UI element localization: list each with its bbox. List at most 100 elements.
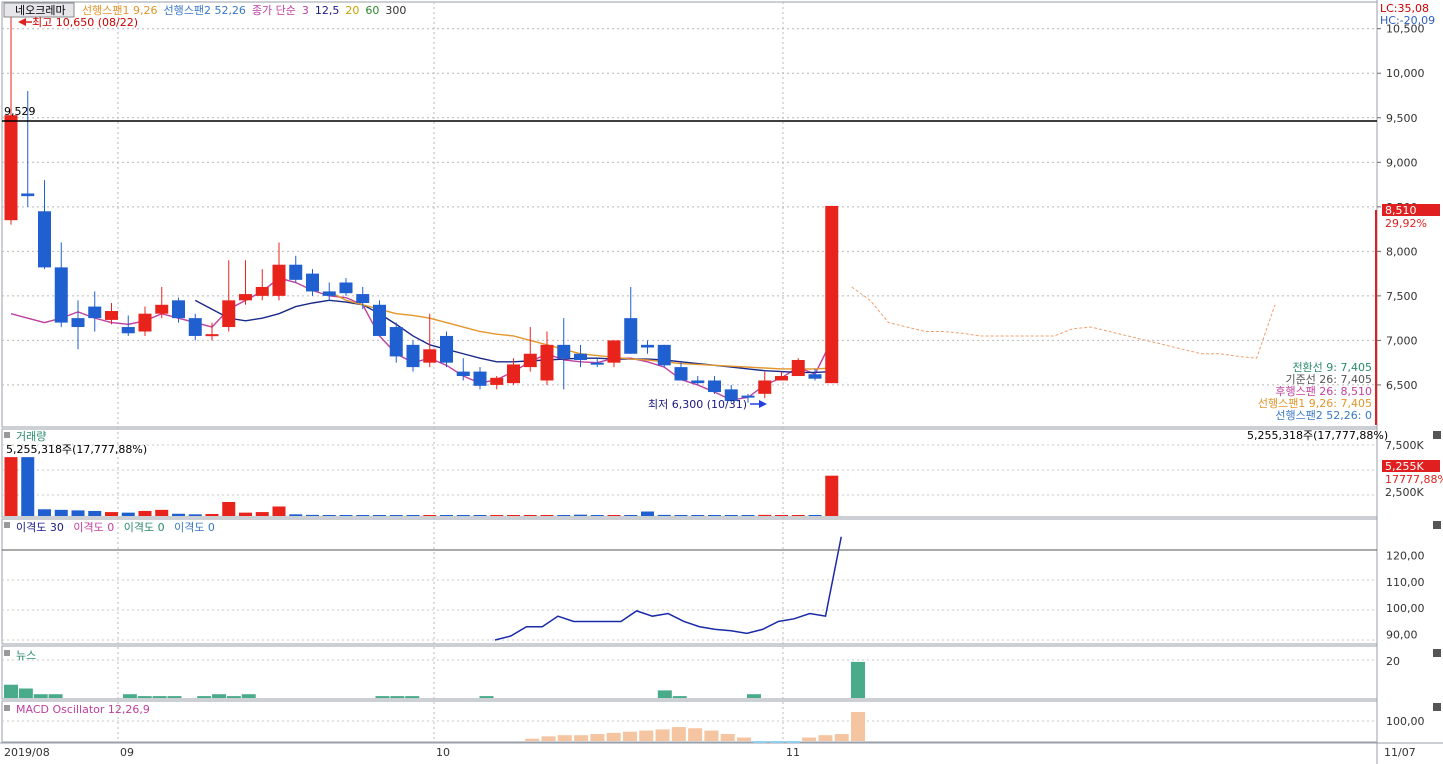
candle-body bbox=[222, 300, 236, 328]
volume-right-value: 5,255,318주(17,777,88%) bbox=[1247, 429, 1388, 442]
indicator-legend-item[interactable]: 20 bbox=[345, 4, 359, 17]
indicator-legend-item[interactable]: 종가 단순 bbox=[252, 4, 296, 17]
disparity-title-2: 이격도 0 bbox=[73, 521, 114, 534]
macd-bars bbox=[525, 712, 865, 743]
price-pct: 29,92% bbox=[1385, 217, 1427, 230]
candle[interactable] bbox=[339, 278, 353, 296]
candle[interactable] bbox=[758, 371, 772, 399]
candle[interactable] bbox=[473, 367, 487, 390]
macd-bar bbox=[655, 729, 670, 741]
macd-close-icon[interactable] bbox=[1433, 703, 1441, 711]
macd-bar bbox=[688, 728, 703, 741]
disparity-collapse-icon[interactable] bbox=[4, 522, 10, 528]
candle[interactable] bbox=[523, 327, 537, 372]
candle[interactable] bbox=[456, 358, 470, 381]
candle-body bbox=[574, 353, 587, 360]
macd-bar bbox=[525, 738, 540, 741]
volume-bar bbox=[473, 515, 487, 516]
candle[interactable] bbox=[255, 269, 269, 301]
candle[interactable] bbox=[574, 344, 587, 368]
volume-bar bbox=[657, 514, 671, 516]
candle[interactable] bbox=[406, 340, 420, 372]
volume-bar bbox=[607, 515, 621, 516]
candle[interactable] bbox=[440, 331, 453, 368]
date-label-oct: 10 bbox=[436, 746, 450, 759]
volume-title: 거래량 bbox=[16, 430, 46, 443]
candle[interactable] bbox=[825, 205, 839, 384]
volume-bar bbox=[121, 512, 135, 516]
news-close-icon[interactable] bbox=[1433, 649, 1441, 657]
candle-body bbox=[523, 353, 537, 368]
candle[interactable] bbox=[121, 315, 135, 336]
news-bar bbox=[18, 688, 33, 698]
news-bar bbox=[48, 694, 63, 698]
volume-bar bbox=[21, 457, 35, 516]
candle[interactable] bbox=[239, 260, 252, 305]
candle[interactable] bbox=[4, 15, 18, 225]
volume-bar bbox=[440, 515, 453, 516]
disparity-title: 이격도 30 이격도 0 이격도 0 이격도 0 bbox=[16, 521, 215, 534]
candle[interactable] bbox=[607, 340, 621, 368]
price-tag: 8,510 bbox=[1385, 204, 1417, 217]
indicator-legend-item[interactable]: 60 bbox=[365, 4, 379, 17]
candle[interactable] bbox=[155, 286, 169, 319]
candle[interactable] bbox=[322, 282, 336, 301]
indicator-legend-item[interactable]: 선행스팬2 52,26 bbox=[163, 4, 245, 17]
volume-bar bbox=[222, 502, 236, 516]
news-bar bbox=[375, 696, 390, 698]
candle[interactable] bbox=[557, 318, 571, 390]
stock-chart[interactable]: 9,529 네오크레마 선행스팬1 9,26 선행스팬2 52,26 종가 단순 3 1… bbox=[0, 0, 1443, 764]
candle[interactable] bbox=[674, 362, 688, 381]
candle-body bbox=[456, 371, 470, 377]
volume-bar bbox=[624, 515, 638, 516]
candle[interactable] bbox=[791, 358, 805, 377]
disparity-series bbox=[494, 536, 842, 641]
candle[interactable] bbox=[775, 371, 788, 381]
candle[interactable] bbox=[641, 340, 654, 354]
volume-bars bbox=[4, 457, 839, 516]
candle-body bbox=[691, 380, 705, 384]
macd-bar bbox=[639, 730, 654, 741]
news-bar bbox=[152, 696, 167, 698]
low-arrow-icon bbox=[759, 400, 767, 408]
candle-body bbox=[490, 377, 504, 385]
candle-body bbox=[808, 374, 822, 379]
candle[interactable] bbox=[423, 313, 437, 368]
candle-body bbox=[255, 286, 269, 296]
volume-bar bbox=[641, 511, 654, 516]
news-panel[interactable] bbox=[1, 645, 1378, 700]
date-label-sep: 09 bbox=[120, 746, 134, 759]
candle[interactable] bbox=[289, 255, 303, 283]
disparity-close-icon[interactable] bbox=[1433, 521, 1441, 529]
candle[interactable] bbox=[188, 313, 202, 341]
candle[interactable] bbox=[657, 344, 671, 368]
macd-collapse-icon[interactable] bbox=[4, 705, 10, 711]
candle[interactable] bbox=[708, 376, 721, 394]
candle[interactable] bbox=[540, 331, 554, 385]
candle[interactable] bbox=[138, 306, 152, 336]
candle[interactable] bbox=[54, 242, 68, 328]
indicator-legend-item[interactable]: 12,5 bbox=[315, 4, 340, 17]
candle-body bbox=[239, 294, 252, 301]
candle[interactable] bbox=[88, 291, 102, 332]
volume-close-icon[interactable] bbox=[1433, 431, 1441, 439]
candle[interactable] bbox=[808, 368, 822, 381]
disparity-panel[interactable] bbox=[1, 518, 1378, 645]
candle-body bbox=[289, 264, 303, 280]
candle[interactable] bbox=[71, 300, 85, 350]
volume-collapse-icon[interactable] bbox=[4, 432, 10, 438]
volume-panel[interactable] bbox=[1, 428, 1378, 518]
disparity-title-4: 이격도 0 bbox=[174, 521, 215, 534]
candle[interactable] bbox=[624, 286, 638, 354]
indicator-legend-item[interactable]: 300 bbox=[385, 4, 406, 17]
candle[interactable] bbox=[38, 180, 51, 270]
macd-bar bbox=[541, 736, 556, 741]
news-collapse-icon[interactable] bbox=[4, 650, 10, 656]
disparity-tick-label: 100,00 bbox=[1386, 602, 1425, 615]
candle-body bbox=[607, 340, 621, 363]
candle[interactable] bbox=[590, 358, 604, 368]
indicator-legend-item[interactable]: 3 bbox=[302, 4, 309, 17]
candle-body bbox=[88, 306, 102, 319]
candle[interactable] bbox=[373, 300, 386, 336]
candle[interactable] bbox=[490, 376, 504, 390]
